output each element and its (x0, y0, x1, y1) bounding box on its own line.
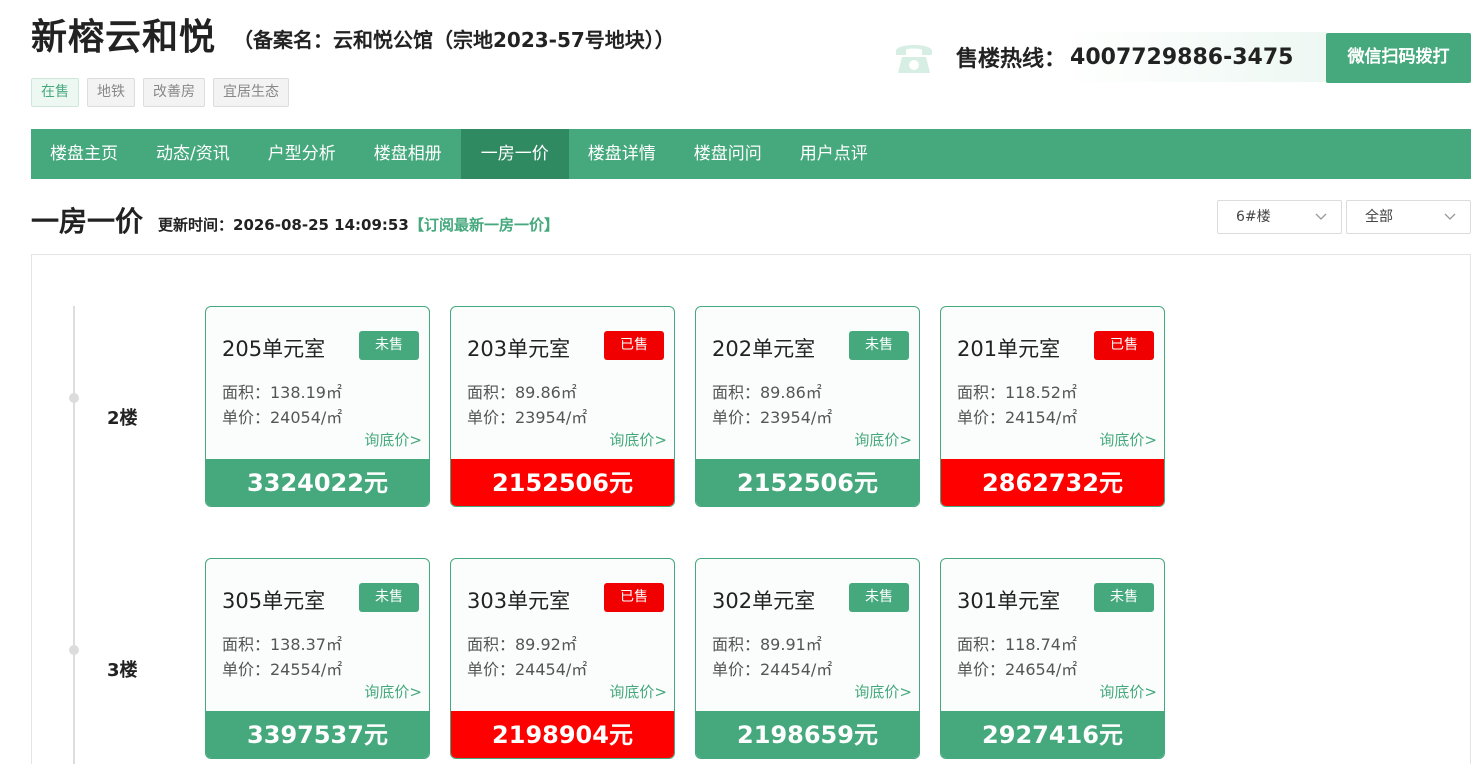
nav-unit-prices[interactable]: 一房一价 (460, 129, 569, 179)
unit-name: 303单元室 (467, 589, 571, 613)
timeline-dot (69, 645, 79, 655)
unit-price: 单价：24054/㎡ (222, 408, 343, 427)
nav-home[interactable]: 楼盘主页 (31, 129, 137, 179)
ask-lowest-price-link[interactable]: 询底价> (609, 681, 667, 702)
chevron-down-icon (1315, 213, 1327, 220)
unit-card[interactable]: 305单元室 未售面积：138.37㎡ 单价：24554/㎡询底价> 3397537元 (205, 558, 430, 759)
unit-price: 单价：24454/㎡ (467, 660, 588, 679)
nav-floorplans[interactable]: 户型分析 (249, 129, 355, 179)
nav-questions[interactable]: 楼盘问问 (675, 129, 781, 179)
phone-icon (896, 45, 932, 73)
unit-area: 面积：89.92㎡ (467, 635, 577, 654)
unit-card[interactable]: 205单元室 未售面积：138.19㎡ 单价：24054/㎡询底价> 3324022元 (205, 306, 430, 507)
sale-status-badge: 已售 (604, 331, 664, 360)
subscribe-link[interactable]: 【订阅最新一房一价】 (409, 214, 559, 235)
total-price: 2927416元 (941, 711, 1164, 758)
floor-label: 3楼 (107, 660, 138, 681)
sale-status-badge: 未售 (1094, 583, 1154, 612)
total-price: 2152506元 (696, 459, 919, 506)
tag-subway: 地铁 (87, 78, 135, 107)
status-filter-value: 全部 (1365, 209, 1393, 225)
unit-name: 302单元室 (712, 589, 816, 613)
sale-status-badge: 未售 (849, 331, 909, 360)
unit-area: 面积：89.86㎡ (467, 383, 577, 402)
ask-lowest-price-link[interactable]: 询底价> (854, 681, 912, 702)
ask-lowest-price-link[interactable]: 询底价> (364, 681, 422, 702)
total-price: 2198659元 (696, 711, 919, 758)
unit-price: 单价：23954/㎡ (712, 408, 833, 427)
status-filter-select[interactable]: 全部 (1346, 200, 1471, 234)
unit-area: 面积：89.86㎡ (712, 383, 822, 402)
unit-area: 面积：118.74㎡ (957, 635, 1077, 654)
floor-label: 2楼 (107, 408, 138, 429)
floor-timeline (73, 306, 75, 764)
sales-hotline: 售楼热线： 4007729886-3475 (956, 32, 1326, 82)
unit-area: 面积：118.52㎡ (957, 383, 1077, 402)
total-price: 3324022元 (206, 459, 429, 506)
unit-card[interactable]: 301单元室 未售面积：118.74㎡ 单价：24654/㎡询底价> 2927416元 (940, 558, 1165, 759)
building-select[interactable]: 6#楼 (1217, 200, 1342, 234)
total-price: 2152506元 (451, 459, 674, 506)
nav-reviews[interactable]: 用户点评 (781, 129, 887, 179)
unit-price: 单价：24454/㎡ (712, 660, 833, 679)
unit-price: 单价：24154/㎡ (957, 408, 1078, 427)
sale-status-badge: 已售 (604, 583, 664, 612)
chevron-down-icon (1444, 213, 1456, 220)
ask-lowest-price-link[interactable]: 询底价> (1099, 429, 1157, 450)
unit-card[interactable]: 203单元室 已售面积：89.86㎡ 单价：23954/㎡询底价> 2152506元 (450, 306, 675, 507)
building-select-value: 6#楼 (1236, 209, 1271, 225)
unit-card[interactable]: 201单元室 已售面积：118.52㎡ 单价：24154/㎡询底价> 2862732元 (940, 306, 1165, 507)
project-title: 新榕云和悦 (31, 17, 217, 58)
tag-eco-living: 宜居生态 (213, 78, 289, 107)
unit-card[interactable]: 303单元室 已售面积：89.92㎡ 单价：24454/㎡询底价> 2198904元 (450, 558, 675, 759)
unit-card[interactable]: 302单元室 未售面积：89.91㎡ 单价：24454/㎡询底价> 2198659元 (695, 558, 920, 759)
unit-area: 面积：138.19㎡ (222, 383, 342, 402)
tag-on-sale: 在售 (31, 78, 79, 107)
section-title: 一房一价 (31, 205, 144, 238)
hotline-label: 售楼热线： (956, 47, 1067, 72)
sale-status-badge: 未售 (849, 583, 909, 612)
tag-upgrade-housing: 改善房 (143, 78, 205, 107)
ask-lowest-price-link[interactable]: 询底价> (854, 429, 912, 450)
unit-name: 201单元室 (957, 337, 1061, 361)
unit-price: 单价：23954/㎡ (467, 408, 588, 427)
unit-price: 单价：24554/㎡ (222, 660, 343, 679)
tag-list: 在售 地铁 改善房 宜居生态 (31, 78, 289, 107)
total-price: 2198904元 (451, 711, 674, 758)
total-price: 2862732元 (941, 459, 1164, 506)
unit-name: 202单元室 (712, 337, 816, 361)
nav-album[interactable]: 楼盘相册 (355, 129, 461, 179)
timeline-dot (69, 393, 79, 403)
total-price: 3397537元 (206, 711, 429, 758)
ask-lowest-price-link[interactable]: 询底价> (609, 429, 667, 450)
hotline-number[interactable]: 4007729886-3475 (1070, 45, 1293, 70)
sale-status-badge: 已售 (1094, 331, 1154, 360)
unit-price: 单价：24654/㎡ (957, 660, 1078, 679)
ask-lowest-price-link[interactable]: 询底价> (1099, 681, 1157, 702)
unit-area: 面积：89.91㎡ (712, 635, 822, 654)
project-record-name: （备案名：云和悦公馆（宗地2023-57号地块）） (233, 28, 675, 52)
unit-name: 301单元室 (957, 589, 1061, 613)
unit-card[interactable]: 202单元室 未售面积：89.86㎡ 单价：23954/㎡询底价> 2152506元 (695, 306, 920, 507)
sale-status-badge: 未售 (359, 331, 419, 360)
unit-name: 203单元室 (467, 337, 571, 361)
nav-details[interactable]: 楼盘详情 (569, 129, 675, 179)
ask-lowest-price-link[interactable]: 询底价> (364, 429, 422, 450)
main-nav: 楼盘主页 动态/资讯 户型分析 楼盘相册 一房一价 楼盘详情 楼盘问问 用户点评 (31, 129, 1471, 179)
sale-status-badge: 未售 (359, 583, 419, 612)
unit-name: 205单元室 (222, 337, 326, 361)
unit-name: 305单元室 (222, 589, 326, 613)
unit-area: 面积：138.37㎡ (222, 635, 342, 654)
wechat-scan-call-button[interactable]: 微信扫码拨打 (1326, 33, 1471, 83)
nav-news[interactable]: 动态/资讯 (137, 129, 249, 179)
update-time: 更新时间：2026-08-25 14:09:53 (158, 216, 409, 234)
